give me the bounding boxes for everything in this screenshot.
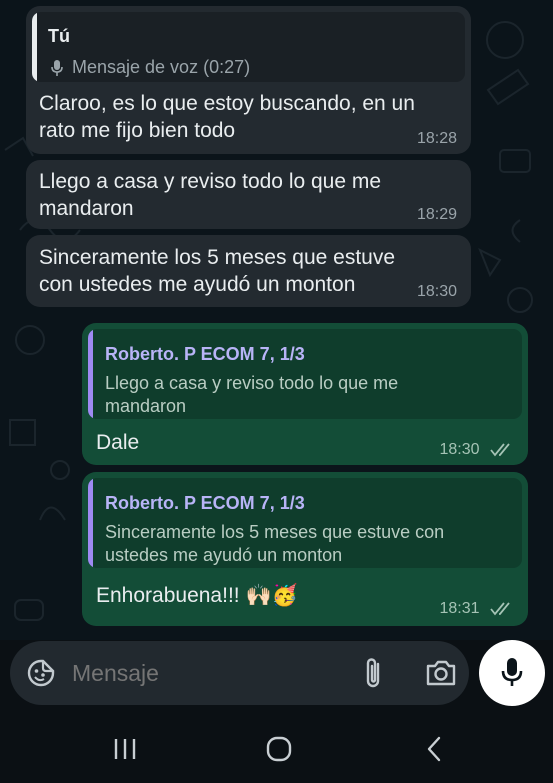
message-text-line: Claroo, es lo que estoy buscando, en un — [39, 92, 415, 115]
back-icon[interactable] — [425, 736, 443, 762]
message-text: Dale — [96, 431, 140, 454]
message-input[interactable] — [68, 653, 346, 693]
quote-author: Roberto. P ECOM 7, 1/3 — [105, 493, 305, 513]
message-composer[interactable] — [10, 641, 469, 705]
outgoing-message[interactable]: Roberto. P ECOM 7, 1/3 Llego a casa y re… — [82, 323, 528, 465]
message-text-line: mandaron — [39, 197, 134, 220]
system-navigation-bar — [0, 712, 553, 783]
message-text: Enhorabuena!!! 🙌🏻🥳 — [96, 584, 298, 607]
quote-bar — [88, 329, 93, 419]
incoming-message[interactable]: Tú Mensaje de voz (0:27) Claroo, es lo q… — [26, 6, 471, 154]
chat-area[interactable]: Tú Mensaje de voz (0:27) Claroo, es lo q… — [0, 0, 553, 640]
message-text-line: Llego a casa y reviso todo lo que me — [39, 170, 382, 193]
quote-text-line: Sinceramente los 5 meses que estuve con — [105, 522, 445, 542]
message-text-line: con ustedes me ayudó un monton — [39, 273, 356, 296]
quoted-message[interactable]: Roberto. P ECOM 7, 1/3 Sinceramente los … — [88, 478, 522, 568]
quote-author: Roberto. P ECOM 7, 1/3 — [105, 344, 305, 364]
double-check-icon — [490, 602, 510, 616]
message-text: Llego a casa y reviso todo lo que me man… — [39, 168, 381, 222]
quote-bar — [88, 478, 93, 568]
paperclip-icon[interactable] — [362, 656, 386, 690]
message-time: 18:30 — [416, 283, 457, 300]
quote-text-line: mandaron — [105, 396, 187, 416]
message-time-label: 18:31 — [439, 600, 480, 617]
message-time: 18:31 — [440, 600, 515, 618]
recents-icon[interactable] — [112, 737, 138, 761]
quoted-message[interactable]: Roberto. P ECOM 7, 1/3 Llego a casa y re… — [88, 329, 522, 419]
voice-record-button[interactable] — [479, 640, 545, 706]
message-text-line: rato me fijo bien todo — [39, 119, 236, 142]
incoming-message[interactable]: Llego a casa y reviso todo lo que me man… — [26, 160, 471, 229]
microphone-icon — [51, 60, 63, 76]
sticker-emoji-icon[interactable] — [26, 658, 56, 688]
message-text: Sinceramente los 5 meses que estuve con … — [39, 244, 395, 298]
incoming-message[interactable]: Sinceramente los 5 meses que estuve con … — [26, 235, 471, 307]
double-check-icon — [490, 443, 510, 457]
message-time: 18:29 — [416, 206, 457, 223]
message-time: 18:28 — [416, 130, 457, 147]
quote-bar — [32, 12, 37, 82]
quote-text: Mensaje de voz (0:27) — [72, 57, 251, 77]
message-time: 18:30 — [440, 441, 515, 459]
message-text: Claroo, es lo que estoy buscando, en un … — [39, 90, 415, 144]
quote-text: Sinceramente los 5 meses que estuve con … — [105, 521, 444, 567]
outgoing-message[interactable]: Roberto. P ECOM 7, 1/3 Sinceramente los … — [82, 472, 528, 626]
quote-author: Tú — [48, 26, 70, 46]
quoted-message[interactable]: Tú Mensaje de voz (0:27) — [32, 12, 465, 82]
home-icon[interactable] — [266, 736, 292, 762]
message-text-line: Sinceramente los 5 meses que estuve — [39, 246, 396, 269]
message-time-label: 18:30 — [439, 441, 480, 458]
quote-text-line: Llego a casa y reviso todo lo que me — [105, 373, 399, 393]
quote-text-line: ustedes me ayudó un monton — [105, 545, 343, 565]
camera-icon[interactable] — [425, 659, 457, 687]
quote-text: Llego a casa y reviso todo lo que me man… — [105, 372, 398, 418]
microphone-icon — [501, 658, 523, 686]
